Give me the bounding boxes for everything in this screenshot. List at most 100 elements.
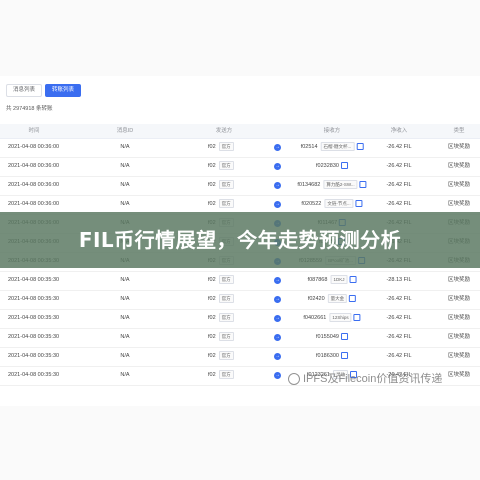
cell-message-id[interactable]: N/A <box>120 309 129 328</box>
cell-type: 区块奖励 <box>447 372 471 378</box>
table-row[interactable]: 2021-04-08 00:36:00 N/A f02 官方 → f0134682 算力酷2… <box>0 176 480 196</box>
to-address[interactable]: f0232830 <box>316 163 339 169</box>
copy-icon[interactable] <box>349 276 357 284</box>
cell-type: 区块奖励 <box>447 353 471 359</box>
cell-to: f02514 石榴-糖文杯... <box>301 138 364 157</box>
arrow-right-icon: → <box>274 277 281 284</box>
cell-type: 区块奖励 <box>447 163 471 169</box>
cell-from: f02官方 <box>208 138 234 157</box>
from-tag: 官方 <box>218 313 234 323</box>
to-address[interactable]: f0186300 <box>316 353 339 359</box>
cell-from: f02官方 <box>208 328 234 347</box>
to-address[interactable]: f0134682 <box>297 182 320 188</box>
list-tabs: 消息列表 转账列表 <box>6 84 82 97</box>
cell-time: 2021-04-08 00:36:00 <box>8 144 60 150</box>
from-address[interactable]: f02 <box>208 182 216 188</box>
cell-to: f0155049 <box>316 328 348 347</box>
cell-to: f087868 1DKJ <box>308 271 357 290</box>
header-value: 净收入 <box>390 128 408 134</box>
table-row[interactable]: 2021-04-08 00:35:30 N/A f02 官方 → f0186300 -26.… <box>0 347 480 367</box>
cell-time: 2021-04-08 00:35:30 <box>8 277 60 283</box>
from-address[interactable]: f02 <box>208 144 216 150</box>
cell-value: -26.42 FIL <box>386 144 412 150</box>
table-row[interactable]: 2021-04-08 00:35:30 N/A f02 官方 → f02420 量大金 -26… <box>0 290 480 310</box>
to-tag: 算力酷2-SW... <box>323 180 358 190</box>
cell-type: 区块奖励 <box>447 315 471 321</box>
from-address[interactable]: f02 <box>208 277 216 283</box>
tab-transfer-list[interactable]: 转账列表 <box>45 84 82 97</box>
copy-icon[interactable] <box>353 314 361 322</box>
arrow-right-icon: → <box>274 372 281 379</box>
cell-time: 2021-04-08 00:36:00 <box>8 182 60 188</box>
copy-icon[interactable] <box>340 333 348 341</box>
from-address[interactable]: f02 <box>208 201 216 207</box>
from-address[interactable]: f02 <box>208 334 216 340</box>
cell-to: f0186300 <box>316 347 348 366</box>
cell-from: f02官方 <box>208 157 234 176</box>
cell-to: f02420 量大金 <box>308 290 357 309</box>
wechat-icon <box>288 373 300 386</box>
cell-message-id[interactable]: N/A <box>120 138 129 157</box>
table-row[interactable]: 2021-04-08 00:36:00 N/A f02 官方 → f02514 石榴-糖文杯… <box>0 138 480 158</box>
table-row[interactable]: 2021-04-08 00:35:30 N/A f02 官方 → f0155049 -26.… <box>0 328 480 348</box>
banner-title: FIL币行情展望，今年走势预测分析 <box>78 228 402 252</box>
to-address[interactable]: f020522 <box>301 201 321 207</box>
from-address[interactable]: f02 <box>208 163 216 169</box>
cell-message-id[interactable]: N/A <box>120 366 129 385</box>
total-count: 共 2974918 条转账 <box>6 106 53 112</box>
from-tag: 官方 <box>218 180 234 190</box>
table-row[interactable]: 2021-04-08 00:36:00 N/A f02 官方 → f0232830 -26.… <box>0 157 480 177</box>
cell-time: 2021-04-08 00:35:30 <box>8 315 60 321</box>
cell-message-id[interactable]: N/A <box>120 347 129 366</box>
header-message-id: 消息ID <box>116 128 134 134</box>
cell-value: -26.42 FIL <box>386 296 412 302</box>
copy-icon[interactable] <box>359 181 367 189</box>
to-tag: 文链-节点... <box>324 199 354 209</box>
table-row[interactable]: 2021-04-08 00:35:30 N/A f02 官方 → f0402661 12Sh… <box>0 309 480 329</box>
watermark-text: IPFS及Filecoin价值资讯传递 <box>303 373 443 385</box>
arrow-right-icon: → <box>274 182 281 189</box>
arrow-right-icon: → <box>274 334 281 341</box>
header-from: 发送方 <box>215 128 233 134</box>
copy-icon[interactable] <box>349 295 357 303</box>
to-address[interactable]: f087868 <box>308 277 328 283</box>
cell-from: f02官方 <box>208 366 234 385</box>
from-address[interactable]: f02 <box>208 372 216 378</box>
from-tag: 官方 <box>218 332 234 342</box>
to-address[interactable]: f02420 <box>308 296 325 302</box>
from-tag: 官方 <box>218 161 234 171</box>
cell-value: -26.42 FIL <box>386 334 412 340</box>
watermark: IPFS及Filecoin价值资讯传递 <box>288 372 442 386</box>
cell-to: f0232830 <box>316 157 348 176</box>
cell-from: f02官方 <box>208 290 234 309</box>
cell-message-id[interactable]: N/A <box>120 176 129 195</box>
to-address[interactable]: f0155049 <box>316 334 339 340</box>
from-address[interactable]: f02 <box>208 353 216 359</box>
from-tag: 官方 <box>218 351 234 361</box>
from-address[interactable]: f02 <box>208 296 216 302</box>
copy-icon[interactable] <box>356 143 364 151</box>
copy-icon[interactable] <box>355 200 363 208</box>
copy-icon[interactable] <box>340 162 348 170</box>
table-row[interactable]: 2021-04-08 00:35:30 N/A f02 官方 → f087868 1DKJ -… <box>0 271 480 291</box>
from-address[interactable]: f02 <box>208 315 216 321</box>
cell-time: 2021-04-08 00:35:30 <box>8 334 60 340</box>
cell-message-id[interactable]: N/A <box>120 157 129 176</box>
cell-from: f02官方 <box>208 176 234 195</box>
cell-type: 区块奖励 <box>447 296 471 302</box>
cell-from: f02官方 <box>208 309 234 328</box>
cell-message-id[interactable]: N/A <box>120 328 129 347</box>
cell-message-id[interactable]: N/A <box>120 271 129 290</box>
header-time: 时间 <box>28 128 40 134</box>
header-type: 类型 <box>453 128 465 134</box>
from-tag: 官方 <box>218 142 234 152</box>
to-tag: 石榴-糖文杯... <box>320 142 355 152</box>
to-address[interactable]: f0402661 <box>303 315 326 321</box>
cell-time: 2021-04-08 00:35:30 <box>8 372 60 378</box>
to-address[interactable]: f02514 <box>301 144 318 150</box>
from-tag: 官方 <box>218 199 234 209</box>
tab-message-list[interactable]: 消息列表 <box>6 84 43 97</box>
header-to: 接收方 <box>323 128 341 134</box>
cell-message-id[interactable]: N/A <box>120 290 129 309</box>
copy-icon[interactable] <box>340 352 348 360</box>
